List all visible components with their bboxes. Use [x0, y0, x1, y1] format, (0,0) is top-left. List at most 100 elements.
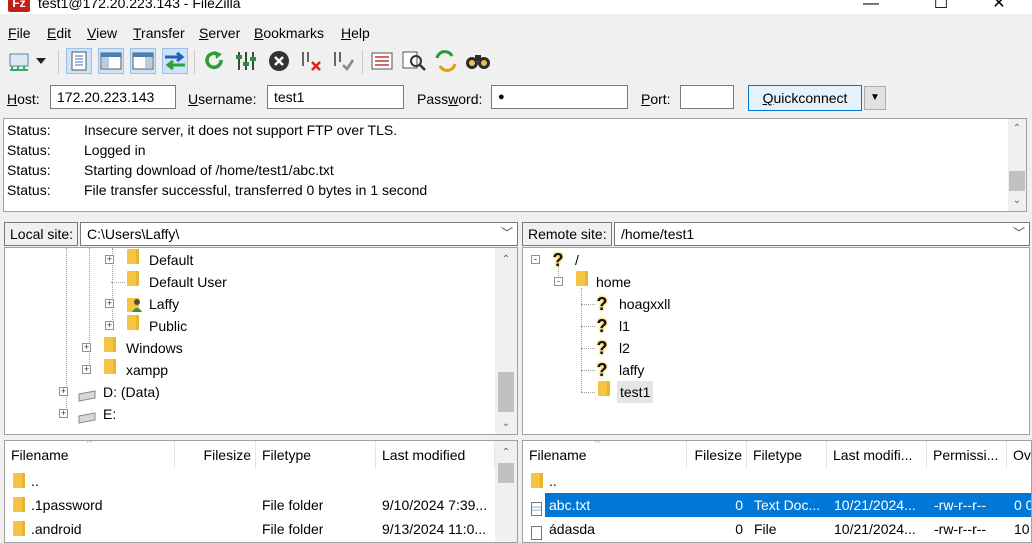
chevron-down-icon[interactable]: ﹀: [501, 224, 513, 241]
toggle-comparison-icon[interactable]: [401, 48, 427, 74]
menu-view[interactable]: View: [87, 22, 117, 44]
toggle-local-tree-icon[interactable]: [98, 48, 124, 74]
unknown-folder-icon: ?: [596, 338, 608, 358]
local-site-bar: Local site: C:\Users\Laffy\ ﹀: [4, 219, 518, 249]
unknown-folder-icon: ?: [596, 360, 608, 380]
folder-icon: [531, 473, 543, 488]
scroll-down-icon[interactable]: ⌄: [498, 416, 514, 432]
column-header-filesize[interactable]: Filesize: [687, 441, 747, 469]
folder-icon: [576, 271, 588, 286]
process-queue-icon[interactable]: [233, 48, 259, 74]
scroll-thumb[interactable]: [498, 463, 514, 483]
folder-icon: [127, 271, 139, 286]
sort-ascending-icon: ^: [595, 440, 600, 449]
username-input[interactable]: test1: [267, 85, 404, 109]
column-header-permissions[interactable]: Permissi...: [927, 441, 1007, 469]
table-row[interactable]: .android File folder 9/13/2024 11:0...: [5, 517, 495, 541]
local-directory-tree: + Default Default User + Laffy + Public …: [4, 247, 518, 435]
reconnect-icon[interactable]: [330, 48, 356, 74]
column-header-filetype[interactable]: Filetype: [747, 441, 827, 469]
column-header-last-modified[interactable]: Last modifi...: [827, 441, 927, 469]
remote-directory-tree: - ? / - home ? hoagxxll ? l1 ? l2 ? laff…: [522, 247, 1030, 435]
quickconnect-bar: Host: 172.20.223.143 Username: test1 Pas…: [0, 82, 1032, 116]
maximize-button[interactable]: ☐: [918, 0, 964, 14]
quickconnect-button[interactable]: Quickconnect: [748, 85, 862, 111]
table-row[interactable]: ádasda 0 File 10/21/2024... -rw-r--r-- 1…: [523, 517, 1031, 541]
remote-path-text: /home/test1: [621, 226, 695, 242]
collapse-icon[interactable]: -: [554, 277, 563, 286]
table-row[interactable]: .1password File folder 9/10/2024 7:39...: [5, 493, 495, 517]
sort-ascending-icon: ^: [87, 440, 92, 449]
file-icon: [531, 526, 542, 540]
remote-path-combobox[interactable]: /home/test1 ﹀: [614, 222, 1030, 246]
disconnect-icon[interactable]: [298, 48, 324, 74]
expand-icon[interactable]: +: [82, 365, 91, 374]
scroll-thumb[interactable]: [498, 372, 514, 412]
folder-icon: [104, 337, 116, 352]
log-scrollbar[interactable]: ⌃ ⌄: [1008, 119, 1026, 211]
column-header-filetype[interactable]: Filetype: [256, 441, 376, 469]
menu-bookmarks[interactable]: Bookmarks: [254, 22, 324, 44]
expand-icon[interactable]: +: [105, 299, 114, 308]
local-list-scrollbar[interactable]: ⌃: [495, 441, 517, 542]
drive-icon: [77, 386, 97, 408]
chevron-down-icon[interactable]: ﹀: [1013, 224, 1025, 241]
folder-icon: [13, 473, 25, 488]
local-file-list: Filename Filesize Filetype Last modified…: [4, 440, 518, 543]
remote-site-bar: Remote site: /home/test1 ﹀: [522, 219, 1030, 249]
scroll-up-icon[interactable]: ⌃: [498, 252, 514, 268]
cancel-icon[interactable]: [266, 48, 292, 74]
unknown-folder-icon: ?: [552, 250, 564, 270]
port-input[interactable]: [680, 85, 734, 109]
message-log: Status: Insecure server, it does not supp…: [3, 118, 1027, 212]
column-header-filename[interactable]: Filename: [523, 441, 687, 469]
menu-transfer[interactable]: Transfer: [133, 22, 185, 44]
table-row[interactable]: ..: [523, 469, 1031, 493]
directory-listing-filters-icon[interactable]: [369, 48, 395, 74]
column-header-filesize[interactable]: Filesize: [175, 441, 256, 469]
scroll-up-icon[interactable]: ⌃: [498, 445, 514, 461]
folder-icon: [13, 521, 25, 536]
menu-help[interactable]: Help: [341, 22, 370, 44]
text-file-icon: [531, 502, 542, 516]
remote-file-list: Filename Filesize Filetype Last modifi..…: [522, 440, 1032, 543]
expand-icon[interactable]: +: [105, 255, 114, 264]
refresh-icon[interactable]: [201, 48, 227, 74]
scroll-up-icon[interactable]: ⌃: [1009, 121, 1025, 137]
scroll-thumb[interactable]: [1009, 171, 1025, 191]
close-button[interactable]: ✕: [976, 0, 1022, 14]
collapse-icon[interactable]: -: [531, 255, 540, 264]
expand-icon[interactable]: +: [59, 409, 68, 418]
toggle-message-log-icon[interactable]: [66, 48, 92, 74]
column-header-owner-group[interactable]: Ov: [1007, 441, 1031, 469]
menu-edit[interactable]: Edit: [47, 22, 71, 44]
username-label: Username:: [188, 91, 257, 107]
window-title: test1@172.20.223.143 - FileZilla: [38, 0, 241, 11]
host-label: Host:: [7, 91, 40, 107]
menu-server[interactable]: Server: [199, 22, 240, 44]
table-row-selected[interactable]: abc.txt 0 Text Doc... 10/21/2024... -rw-…: [523, 493, 1031, 517]
folder-icon: [127, 315, 139, 330]
minimize-button[interactable]: —: [848, 0, 894, 14]
expand-icon[interactable]: +: [59, 387, 68, 396]
scroll-down-icon[interactable]: ⌄: [1009, 193, 1025, 209]
synchronized-browsing-icon[interactable]: [433, 48, 459, 74]
folder-icon: [104, 359, 116, 374]
host-input[interactable]: 172.20.223.143: [50, 85, 176, 109]
expand-icon[interactable]: +: [82, 343, 91, 352]
tree-node[interactable]: + Laffy: [105, 293, 305, 315]
dropdown-arrow-icon[interactable]: [34, 48, 48, 74]
remote-site-label: Remote site:: [522, 222, 612, 246]
quickconnect-dropdown-button[interactable]: ▼: [864, 86, 886, 110]
local-tree-scrollbar[interactable]: ⌃ ⌄: [495, 248, 517, 434]
password-input[interactable]: ●: [491, 85, 628, 109]
expand-icon[interactable]: +: [105, 321, 114, 330]
toggle-remote-tree-icon[interactable]: [130, 48, 156, 74]
local-path-combobox[interactable]: C:\Users\Laffy\ ﹀: [80, 222, 518, 246]
site-manager-icon[interactable]: [6, 48, 32, 74]
table-row[interactable]: ..: [5, 469, 495, 493]
menu-file[interactable]: File: [8, 22, 31, 44]
search-files-icon[interactable]: [465, 48, 491, 74]
toggle-transfer-queue-icon[interactable]: [162, 48, 188, 74]
column-header-last-modified[interactable]: Last modified: [376, 441, 495, 469]
